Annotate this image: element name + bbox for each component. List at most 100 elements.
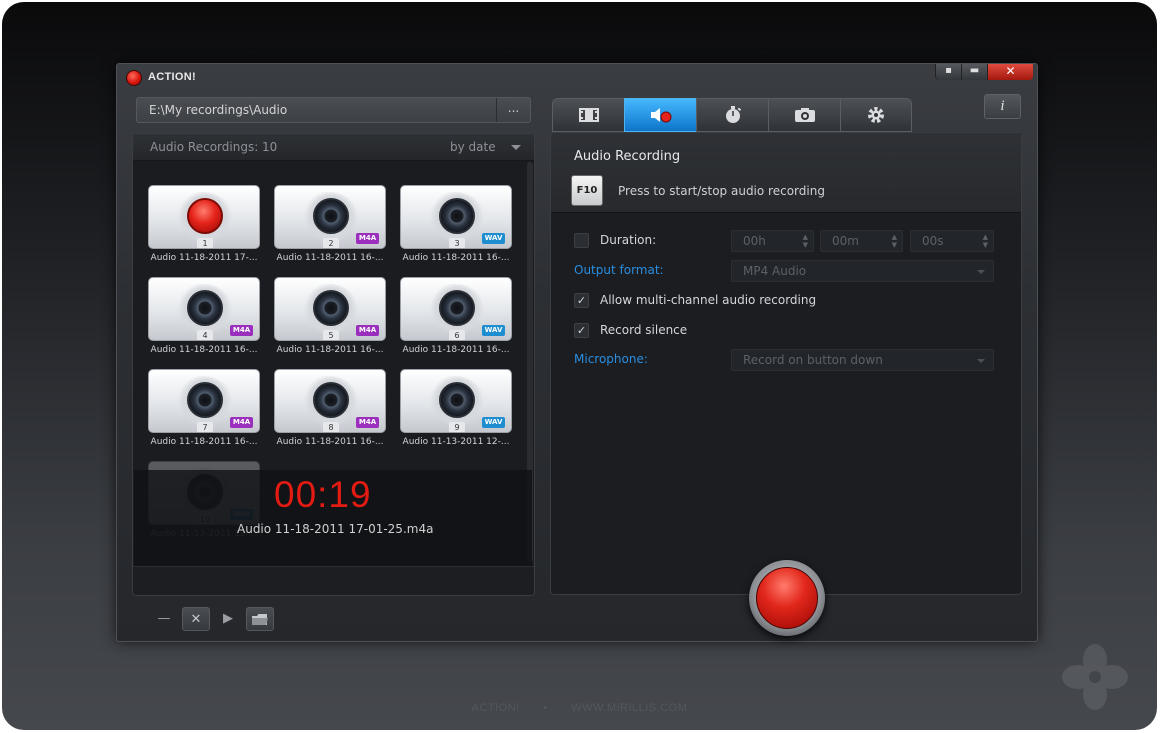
recording-label: Audio 11-18-2011 16-... [276, 345, 384, 355]
tab-screenshot[interactable] [768, 98, 840, 132]
footer-website: WWW.MIRILLIS.COM [571, 702, 688, 714]
multichannel-row: ✓ Allow multi-channel audio recording [574, 290, 1004, 312]
recording-label: Audio 11-13-2011 12-... [402, 437, 510, 447]
play-button[interactable]: ▶ [214, 607, 242, 631]
speaker-icon [313, 382, 349, 418]
speaker-icon [313, 198, 349, 234]
recording-item[interactable]: 8 M4A Audio 11-18-2011 16-... [274, 369, 386, 447]
format-badge: WAV [482, 325, 505, 336]
recording-filename: Audio 11-18-2011 17-01-25.m4a [237, 522, 434, 536]
titlebar: ACTION! ▪ ▬ ✕ [117, 64, 1037, 90]
recording-number: 9 [449, 422, 465, 432]
recording-thumbnail: 4 M4A [148, 277, 260, 341]
sort-dropdown[interactable]: by date [450, 134, 496, 161]
recording-item[interactable]: 3 WAV Audio 11-18-2011 16-... [400, 185, 512, 263]
recording-item[interactable]: 4 M4A Audio 11-18-2011 16-... [148, 277, 260, 355]
recording-number: 8 [323, 422, 339, 432]
recording-thumbnail: 6 WAV [400, 277, 512, 341]
chevron-down-icon[interactable] [511, 145, 521, 150]
duration-checkbox[interactable] [574, 233, 589, 248]
app-title: ACTION! [148, 71, 196, 83]
footer-separator: • [543, 702, 548, 714]
minutes-stepper[interactable]: 00m ▲ ▼ [820, 230, 903, 252]
microphone-select[interactable]: Record on button down [731, 349, 994, 371]
recording-label: Audio 11-18-2011 16-... [150, 345, 258, 355]
hotkey-button[interactable]: F10 [571, 175, 603, 206]
recordings-toolbar: — ✕ ▶ [150, 607, 274, 633]
format-badge: M4A [230, 325, 253, 336]
recording-item[interactable]: 1 Audio 11-18-2011 17-... [148, 185, 260, 263]
tab-video[interactable] [552, 98, 624, 132]
recording-number: 7 [197, 422, 213, 432]
panel-title: Audio Recording [574, 149, 681, 164]
delete-button[interactable]: ✕ [182, 607, 210, 631]
restore-button[interactable]: ▪ [935, 64, 961, 80]
close-button[interactable]: ✕ [987, 64, 1033, 80]
recording-timer: 00:19 [274, 474, 372, 515]
audio-settings-header: Audio Recording F10 Press to start/stop … [551, 133, 1021, 213]
recording-thumbnail: 5 M4A [274, 277, 386, 341]
mode-tabs [552, 98, 912, 132]
output-format-select[interactable]: MP4 Audio [731, 260, 994, 282]
speaker-icon [439, 290, 475, 326]
multichannel-checkbox[interactable]: ✓ [574, 293, 589, 308]
duration-label: Duration: [600, 233, 657, 247]
recording-number: 6 [449, 330, 465, 340]
footer: ACTION! • WWW.MIRILLIS.COM [2, 702, 1157, 714]
recordings-count: Audio Recordings: 10 [150, 140, 278, 154]
speaker-icon [187, 290, 223, 326]
recording-label: Audio 11-18-2011 17-... [150, 253, 258, 263]
microphone-label: Microphone: [574, 352, 648, 366]
format-badge: M4A [230, 417, 253, 428]
minimize-button[interactable]: ▬ [961, 64, 987, 80]
remove-button[interactable]: — [150, 607, 178, 631]
tab-settings[interactable] [840, 98, 912, 132]
recording-label: Audio 11-18-2011 16-... [276, 253, 384, 263]
stepper-arrows-icon: ▲ ▼ [982, 233, 988, 249]
format-badge: WAV [482, 233, 505, 244]
recording-item[interactable]: 6 WAV Audio 11-18-2011 16-... [400, 277, 512, 355]
stepper-arrows-icon: ▲ ▼ [891, 233, 897, 249]
output-format-label: Output format: [574, 263, 664, 277]
gear-icon [868, 107, 884, 123]
recording-number: 1 [197, 238, 213, 248]
browse-folder-button[interactable]: ... [496, 98, 530, 122]
format-badge: M4A [356, 325, 379, 336]
recording-item[interactable]: 5 M4A Audio 11-18-2011 16-... [274, 277, 386, 355]
record-silence-checkbox[interactable]: ✓ [574, 323, 589, 338]
recording-number: 4 [197, 330, 213, 340]
record-button[interactable] [749, 560, 825, 636]
speaker-icon [313, 290, 349, 326]
record-dot-icon [756, 567, 818, 629]
info-button[interactable]: i [984, 94, 1021, 119]
chevron-down-icon [977, 359, 985, 363]
recording-item[interactable]: 9 WAV Audio 11-13-2011 12-... [400, 369, 512, 447]
recording-item[interactable]: 7 M4A Audio 11-18-2011 16-... [148, 369, 260, 447]
hotkey-hint: Press to start/stop audio recording [618, 184, 825, 198]
folder-icon [252, 614, 268, 625]
recordings-path-field[interactable]: E:\My recordings\Audio ... [136, 97, 531, 123]
format-badge: M4A [356, 417, 379, 428]
recording-number: 2 [323, 238, 339, 248]
audio-settings-panel: Audio Recording F10 Press to start/stop … [550, 132, 1022, 595]
multichannel-label: Allow multi-channel audio recording [600, 293, 817, 307]
microphone-row: Microphone: Record on button down [574, 349, 1004, 371]
window-controls: ▪ ▬ ✕ [935, 64, 1033, 81]
format-badge: M4A [356, 233, 379, 244]
app-window: ACTION! ▪ ▬ ✕ E:\My recordings\Audio ...… [116, 63, 1038, 642]
audio-record-icon [650, 108, 671, 123]
open-folder-button[interactable] [246, 607, 274, 631]
recording-thumbnail: 8 M4A [274, 369, 386, 433]
chevron-down-icon [977, 270, 985, 274]
footer-brand: ACTION! [471, 702, 520, 714]
recording-thumbnail: 9 WAV [400, 369, 512, 433]
desktop-background: ACTION! ▪ ▬ ✕ E:\My recordings\Audio ...… [2, 2, 1157, 730]
tab-audio[interactable] [624, 98, 696, 132]
recording-item[interactable]: 2 M4A Audio 11-18-2011 16-... [274, 185, 386, 263]
seconds-stepper[interactable]: 00s ▲ ▼ [910, 230, 994, 252]
record-silence-row: ✓ Record silence [574, 320, 1004, 342]
speaker-icon [439, 198, 475, 234]
hours-stepper[interactable]: 00h ▲ ▼ [731, 230, 814, 252]
tab-benchmark[interactable] [696, 98, 768, 132]
recordings-path-value: E:\My recordings\Audio [149, 103, 288, 117]
